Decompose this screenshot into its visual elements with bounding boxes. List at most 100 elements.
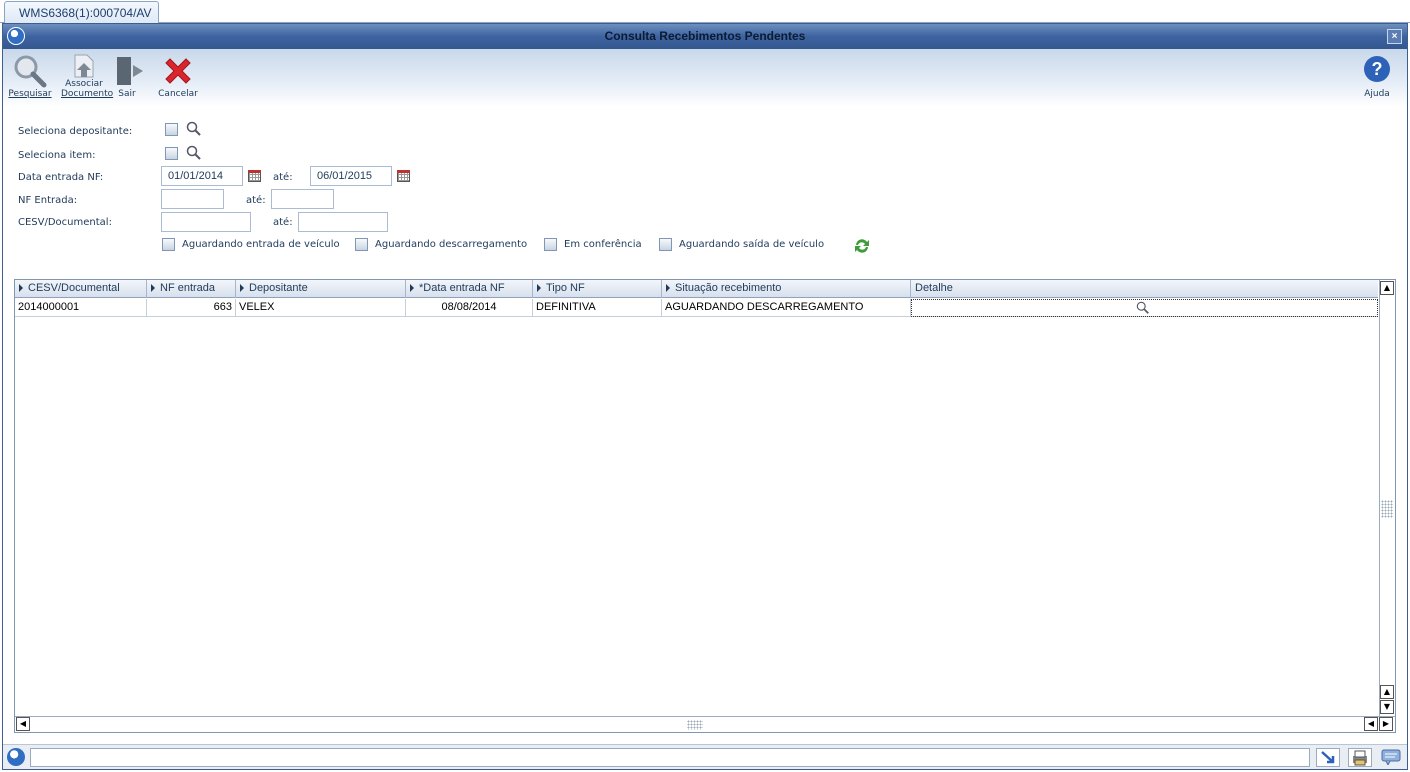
cesv-label: CESV/Documental: bbox=[18, 217, 112, 228]
window: Consulta Recebimentos Pendentes × Pesqui… bbox=[2, 23, 1408, 770]
status-bar bbox=[3, 744, 1407, 769]
item-checkbox[interactable] bbox=[165, 147, 178, 160]
cesv-to-input[interactable] bbox=[298, 212, 388, 232]
filter-checkbox-conferencia[interactable] bbox=[544, 238, 557, 251]
column-header-tipo[interactable]: Tipo NF bbox=[533, 280, 662, 298]
tab-label: WMS6368(1):000704/AV bbox=[19, 6, 152, 20]
associate-document-icon bbox=[74, 54, 94, 78]
column-header-detalhe[interactable]: Detalhe bbox=[911, 280, 1378, 298]
nf-from-input[interactable] bbox=[161, 189, 224, 209]
column-header-label: Detalhe bbox=[915, 282, 953, 294]
scroll-up-top-icon[interactable]: ▲ bbox=[1380, 281, 1394, 295]
nf-label: NF Entrada: bbox=[18, 195, 78, 206]
sort-arrow-icon bbox=[240, 284, 244, 292]
cell-tipo: DEFINITIVA bbox=[533, 299, 662, 317]
column-header-nf[interactable]: NF entrada bbox=[147, 280, 236, 298]
tab-wms6368[interactable]: WMS6368(1):000704/AV bbox=[4, 1, 159, 24]
help-icon: ? bbox=[1364, 56, 1390, 82]
cell-detalhe[interactable] bbox=[911, 299, 1378, 317]
scroll-grip-icon[interactable] bbox=[687, 720, 703, 730]
depositor-search-icon[interactable] bbox=[186, 121, 202, 137]
help-button[interactable]: ? Ajuda bbox=[1361, 53, 1393, 99]
column-header-label: *Data entrada NF bbox=[419, 282, 505, 294]
app-logo-icon bbox=[7, 27, 25, 45]
exit-button[interactable]: Sair bbox=[113, 53, 143, 99]
associate-document-button[interactable]: Associar Documento bbox=[61, 53, 114, 99]
cesv-until-label: até: bbox=[273, 217, 293, 228]
svg-text:?: ? bbox=[1372, 59, 1383, 79]
sort-arrow-icon bbox=[19, 284, 23, 292]
depositor-label: Seleciona depositante: bbox=[18, 126, 133, 137]
column-header-depositante[interactable]: Depositante bbox=[236, 280, 406, 298]
depositor-checkbox[interactable] bbox=[165, 123, 178, 136]
filter-checkbox-entrada[interactable] bbox=[162, 238, 175, 251]
scroll-down-icon[interactable]: ▼ bbox=[1380, 700, 1394, 714]
sort-arrow-icon bbox=[151, 284, 155, 292]
cancel-x-icon bbox=[165, 58, 191, 84]
refresh-icon[interactable] bbox=[853, 237, 871, 255]
cancel-label: Cancelar bbox=[158, 89, 198, 99]
nf-until-label: até: bbox=[246, 195, 266, 206]
associate-label-1: Associar bbox=[65, 79, 103, 89]
column-header-label: Depositante bbox=[249, 282, 308, 294]
sort-arrow-icon bbox=[537, 284, 541, 292]
cell-nf: 663 bbox=[147, 299, 236, 317]
exit-label: Sair bbox=[118, 89, 136, 99]
scroll-left-icon[interactable]: ◀ bbox=[16, 717, 30, 731]
column-header-label: Situação recebimento bbox=[675, 282, 782, 294]
scroll-grip-icon[interactable] bbox=[1381, 500, 1393, 518]
column-header-label: Tipo NF bbox=[546, 282, 585, 294]
horizontal-scrollbar[interactable]: ◀ ◀ ▶ bbox=[15, 716, 1395, 732]
status-message-field bbox=[30, 748, 1310, 767]
search-label: Pesquisar bbox=[8, 89, 52, 99]
filter-label-entrada: Aguardando entrada de veículo bbox=[182, 239, 340, 250]
cesv-from-input[interactable] bbox=[161, 212, 251, 232]
column-header-label: CESV/Documental bbox=[28, 282, 120, 294]
column-header-cesv[interactable]: CESV/Documental bbox=[15, 280, 147, 298]
column-header-situacao[interactable]: Situação recebimento bbox=[662, 280, 911, 298]
title-bar: Consulta Recebimentos Pendentes × bbox=[3, 24, 1407, 49]
search-button[interactable]: Pesquisar bbox=[7, 53, 53, 99]
scroll-right-icon[interactable]: ▶ bbox=[1379, 717, 1393, 731]
filter-form: Seleciona depositante: Seleciona item: D… bbox=[3, 114, 1407, 264]
grid-header: CESV/Documental NF entrada Depositante *… bbox=[15, 280, 1378, 298]
date-label: Data entrada NF: bbox=[18, 172, 104, 183]
print-icon[interactable] bbox=[1348, 748, 1372, 767]
cell-cesv: 2014000001 bbox=[15, 299, 147, 317]
associate-label-2: Documento bbox=[61, 89, 114, 99]
detail-magnifier-icon[interactable] bbox=[1136, 301, 1150, 315]
column-header-label: NF entrada bbox=[160, 282, 216, 294]
calendar-icon[interactable] bbox=[397, 170, 410, 182]
vertical-scrollbar[interactable]: ▲ ▲ ▼ bbox=[1379, 280, 1395, 718]
results-grid: CESV/Documental NF entrada Depositante *… bbox=[14, 279, 1396, 733]
tab-strip: WMS6368(1):000704/AV bbox=[0, 0, 1410, 24]
exit-door-icon bbox=[117, 57, 143, 85]
date-from-input[interactable] bbox=[161, 166, 243, 186]
filter-checkbox-saida[interactable] bbox=[659, 238, 672, 251]
column-header-data[interactable]: *Data entrada NF bbox=[406, 280, 533, 298]
filter-label-saida: Aguardando saída de veículo bbox=[679, 239, 825, 250]
item-search-icon[interactable] bbox=[186, 145, 202, 161]
calendar-icon[interactable] bbox=[248, 170, 261, 182]
cell-data: 08/08/2014 bbox=[406, 299, 533, 317]
help-label: Ajuda bbox=[1364, 89, 1390, 99]
sort-arrow-icon bbox=[666, 284, 670, 292]
filter-checkbox-descarregamento[interactable] bbox=[355, 238, 368, 251]
toolbar: Pesquisar Associar Documento Sair Cancel… bbox=[3, 49, 1407, 107]
filter-label-conferencia: Em conferência bbox=[564, 239, 642, 250]
chat-icon[interactable] bbox=[1380, 748, 1404, 767]
date-until-label: até: bbox=[273, 172, 293, 183]
table-row[interactable]: 2014000001 663 VELEX 08/08/2014 DEFINITI… bbox=[15, 299, 1378, 317]
app-logo-icon bbox=[7, 748, 25, 766]
nf-to-input[interactable] bbox=[271, 189, 334, 209]
scroll-left-end-icon[interactable]: ◀ bbox=[1364, 717, 1378, 731]
filter-label-descarregamento: Aguardando descarregamento bbox=[375, 239, 528, 250]
cancel-button[interactable]: Cancelar bbox=[158, 53, 198, 99]
close-button[interactable]: × bbox=[1387, 29, 1402, 44]
cell-depositante: VELEX bbox=[236, 299, 406, 317]
sort-arrow-icon bbox=[410, 284, 414, 292]
cell-situacao: AGUARDANDO DESCARREGAMENTO bbox=[662, 299, 911, 317]
scroll-up-icon[interactable]: ▲ bbox=[1380, 685, 1394, 699]
date-to-input[interactable] bbox=[310, 166, 392, 186]
resize-arrow-icon[interactable] bbox=[1316, 748, 1340, 767]
